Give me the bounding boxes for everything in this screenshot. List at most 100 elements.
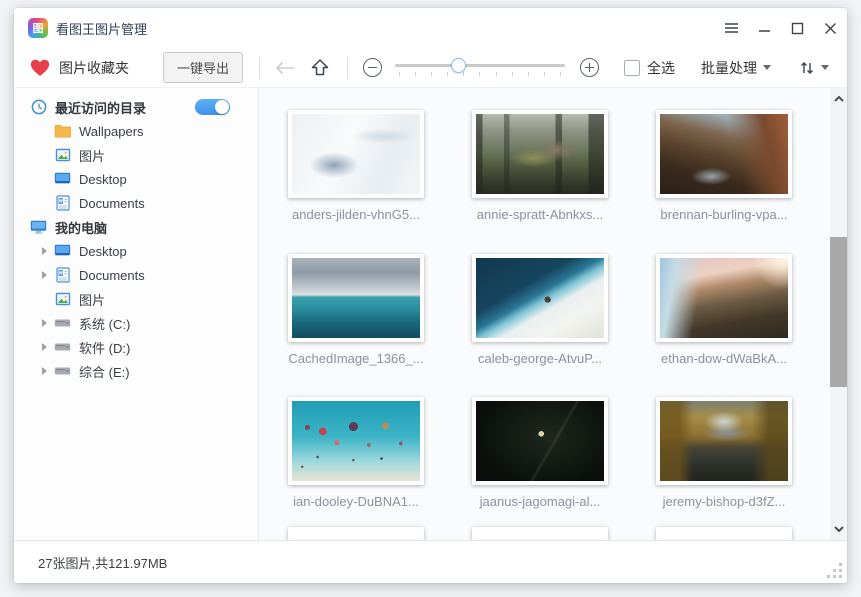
toolbar-divider: [347, 57, 348, 79]
image-thumbnail[interactable]: [472, 110, 608, 198]
image-filename: anders-jilden-vhnG5...: [292, 207, 420, 222]
back-icon[interactable]: [275, 61, 295, 75]
image-thumbnail[interactable]: [288, 397, 424, 485]
maximize-icon[interactable]: [781, 8, 814, 48]
image-item: jaanus-jagomagi-al...: [450, 397, 630, 509]
export-button[interactable]: 一键导出: [163, 52, 243, 83]
image-item: caleb-george-AtvuP...: [450, 254, 630, 366]
sidebar-item-documents[interactable]: Documents: [14, 263, 258, 287]
document-icon: [54, 267, 71, 284]
slider-thumb[interactable]: [451, 58, 466, 73]
document-icon: [54, 195, 71, 212]
drive-icon: [54, 339, 71, 356]
app-logo-icon: 图: [28, 18, 48, 38]
sort-icon: [799, 60, 815, 76]
sidebar-item-drive-e[interactable]: 综合 (E:): [14, 359, 258, 383]
favorites-label: 图片收藏夹: [59, 58, 129, 78]
clock-icon: [30, 99, 47, 116]
desktop-icon: [54, 243, 71, 260]
image-item: annie-spratt-Abnkxs...: [450, 110, 630, 222]
sidebar-item-desktop[interactable]: Desktop: [14, 239, 258, 263]
image-thumbnail[interactable]: [288, 110, 424, 198]
image-thumbnail[interactable]: [656, 397, 792, 485]
scroll-down-icon[interactable]: [830, 520, 847, 538]
sidebar-item-pictures[interactable]: 图片: [14, 287, 258, 311]
close-icon[interactable]: [814, 8, 847, 48]
image-thumbnail[interactable]: [288, 254, 424, 342]
scrollbar-thumb[interactable]: [830, 237, 847, 387]
image-item-partial: [266, 527, 446, 540]
resize-grip[interactable]: [828, 564, 842, 578]
toolbar-right-group: 全选 批量处理: [624, 58, 829, 78]
caret-down-icon: [821, 65, 829, 70]
computer-icon: [30, 219, 47, 236]
picture-icon: [54, 147, 71, 164]
sidebar: 最近访问的目录 Wallpapers 图片 Desktop: [14, 88, 259, 540]
drive-icon: [54, 315, 71, 332]
sort-dropdown[interactable]: [799, 60, 829, 76]
image-filename: annie-spratt-Abnkxs...: [477, 207, 603, 222]
zoom-in-icon[interactable]: [580, 58, 599, 77]
minimize-icon[interactable]: [748, 8, 781, 48]
slider-ticks: [399, 72, 561, 76]
expand-arrow-icon[interactable]: [42, 271, 54, 279]
image-item: CachedImage_1366_...: [266, 254, 446, 366]
image-filename: jaanus-jagomagi-al...: [480, 494, 601, 509]
batch-process-dropdown[interactable]: 批量处理: [701, 58, 771, 78]
image-item: anders-jilden-vhnG5...: [266, 110, 446, 222]
image-item: ethan-dow-dWaBkA...: [634, 254, 814, 366]
drive-icon: [54, 363, 71, 380]
image-filename: jeremy-bishop-d3fZ...: [663, 494, 786, 509]
caret-down-icon: [763, 65, 771, 70]
menu-icon[interactable]: [715, 8, 748, 48]
thumbnail-size-slider[interactable]: [395, 55, 565, 81]
image-filename: caleb-george-AtvuP...: [478, 351, 602, 366]
app-window: 图 看图王图片管理 图片收藏夹 一键导出: [14, 8, 847, 583]
image-filename: brennan-burling-vpa...: [660, 207, 787, 222]
image-thumbnail[interactable]: [472, 254, 608, 342]
picture-icon: [54, 291, 71, 308]
statusbar: 27张图片,共121.97MB: [14, 540, 847, 583]
select-all-checkbox[interactable]: [624, 60, 640, 76]
scroll-up-icon[interactable]: [830, 90, 847, 108]
image-thumbnail[interactable]: [472, 397, 608, 485]
sidebar-item-my-computer[interactable]: 我的电脑: [14, 215, 258, 239]
image-thumbnail[interactable]: [656, 254, 792, 342]
image-filename: CachedImage_1366_...: [288, 351, 423, 366]
expand-arrow-icon[interactable]: [42, 319, 54, 327]
vertical-scrollbar[interactable]: [830, 88, 847, 540]
image-thumbnail[interactable]: [656, 110, 792, 198]
thumbnail-grid: anders-jilden-vhnG5... annie-spratt-Abnk…: [259, 88, 830, 540]
image-thumbnail[interactable]: [288, 527, 424, 540]
sidebar-item-recent-dirs[interactable]: 最近访问的目录: [14, 95, 258, 119]
titlebar: 图 看图王图片管理: [14, 8, 847, 48]
sidebar-item-drive-c[interactable]: 系统 (C:): [14, 311, 258, 335]
up-arrow-icon[interactable]: [310, 58, 330, 78]
image-item: ian-dooley-DuBNA1...: [266, 397, 446, 509]
slider-track[interactable]: [395, 64, 565, 67]
sidebar-item-documents-recent[interactable]: Documents: [14, 191, 258, 215]
sidebar-item-wallpapers[interactable]: Wallpapers: [14, 119, 258, 143]
image-filename: ian-dooley-DuBNA1...: [293, 494, 419, 509]
select-all-label: 全选: [647, 58, 675, 78]
heart-icon: [30, 59, 50, 77]
expand-arrow-icon[interactable]: [42, 367, 54, 375]
sidebar-item-desktop-recent[interactable]: Desktop: [14, 167, 258, 191]
image-item-partial: [450, 527, 630, 540]
sidebar-item-drive-d[interactable]: 软件 (D:): [14, 335, 258, 359]
image-thumbnail[interactable]: [656, 527, 792, 540]
zoom-out-icon[interactable]: [363, 58, 382, 77]
app-title: 看图王图片管理: [56, 19, 147, 38]
main-area: 最近访问的目录 Wallpapers 图片 Desktop: [14, 88, 847, 540]
image-item-partial: [634, 527, 814, 540]
toolbar-divider: [259, 57, 260, 79]
desktop-icon: [54, 171, 71, 188]
folder-icon: [54, 123, 71, 140]
image-thumbnail[interactable]: [472, 527, 608, 540]
recent-dirs-toggle[interactable]: [195, 99, 230, 115]
expand-arrow-icon[interactable]: [42, 247, 54, 255]
status-summary: 27张图片,共121.97MB: [38, 553, 167, 572]
expand-arrow-icon[interactable]: [42, 343, 54, 351]
batch-process-label: 批量处理: [701, 58, 757, 78]
sidebar-item-pictures-recent[interactable]: 图片: [14, 143, 258, 167]
